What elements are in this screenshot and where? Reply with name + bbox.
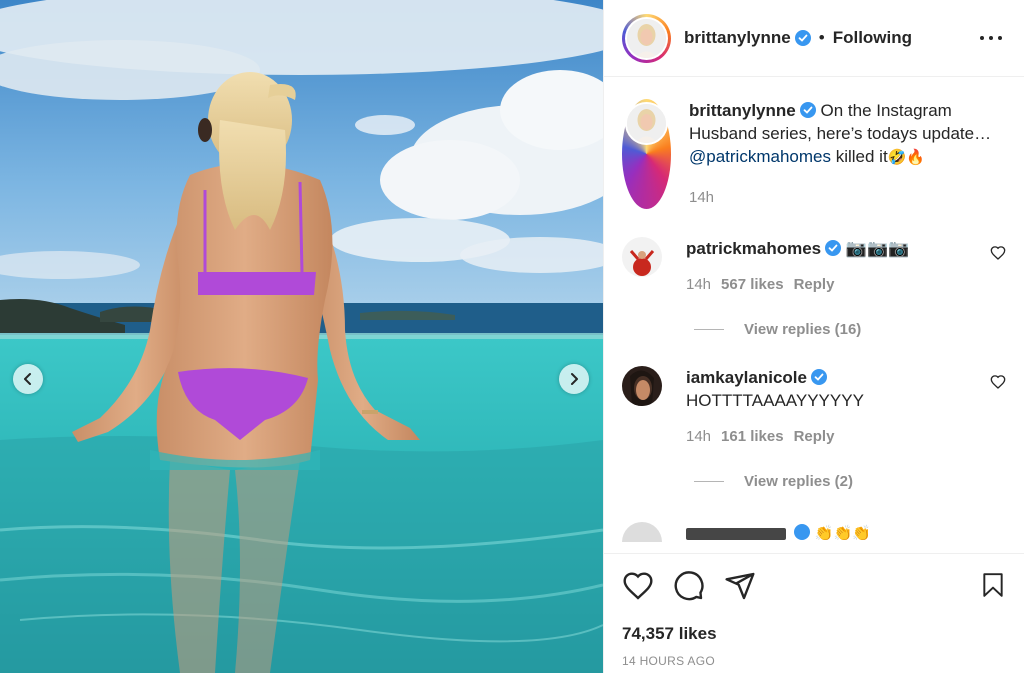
comment-username[interactable]: patrickmahomes — [686, 239, 821, 258]
caption-tail: killed it — [835, 147, 888, 166]
comment-reply-button[interactable]: Reply — [794, 276, 835, 293]
comment-username[interactable]: iamkaylanicole — [686, 368, 807, 387]
comment-likes[interactable]: 161 likes — [721, 428, 784, 445]
caption-timestamp[interactable]: 14h — [689, 186, 999, 209]
more-options-button[interactable] — [980, 28, 1002, 48]
view-replies-label: View replies (16) — [744, 321, 862, 338]
caption-username[interactable]: brittanylynne — [689, 101, 796, 120]
partial-username — [686, 527, 786, 540]
previous-photo-button[interactable] — [13, 364, 43, 394]
photo-scene — [0, 0, 603, 673]
comment-body: iamkaylanicole HOTTTTAAAAYYYYYY 14h 161 l… — [686, 366, 864, 445]
comments-list[interactable]: brittanylynne On the Instagram Husband s… — [604, 77, 1024, 553]
bookmark-icon[interactable] — [980, 572, 1006, 598]
more-icon-dot — [998, 36, 1002, 40]
instagram-post: brittanylynne • Following brittanylynne … — [0, 0, 1024, 673]
caption-avatar-image — [627, 104, 666, 143]
comment-item: iamkaylanicole HOTTTTAAAAYYYYYY 14h 161 l… — [622, 366, 1006, 445]
following-button[interactable]: Following — [833, 28, 912, 48]
view-replies-line — [694, 329, 724, 330]
more-icon — [980, 36, 984, 40]
post-caption: brittanylynne On the Instagram Husband s… — [622, 99, 1006, 209]
verified-icon — [794, 30, 811, 46]
author-username[interactable]: brittanylynne — [684, 28, 791, 48]
comment-meta: 14h 161 likes Reply — [686, 428, 864, 445]
caption-emojis: 🤣🔥 — [887, 149, 926, 166]
post-details-panel: brittanylynne • Following brittanylynne … — [603, 0, 1024, 673]
post-timestamp[interactable]: 14 HOURS AGO — [622, 654, 1006, 668]
avatar-ring — [625, 16, 668, 60]
avatar-ring — [625, 102, 668, 145]
comment-body: patrickmahomes 📷📷📷 14h 567 likes Reply — [686, 237, 909, 293]
more-icon-dot — [989, 36, 993, 40]
chevron-left-icon — [24, 373, 31, 385]
comment-text-line: patrickmahomes 📷📷📷 — [686, 237, 909, 260]
author-avatar-image — [627, 18, 666, 58]
view-replies-label: View replies (2) — [744, 473, 853, 490]
comment-time[interactable]: 14h — [686, 276, 711, 293]
partial-comment-text: 👏👏👏 — [814, 525, 871, 542]
verified-icon — [810, 369, 827, 385]
comment-like-heart-icon[interactable] — [990, 374, 1006, 390]
comment-like-heart-icon[interactable] — [990, 245, 1006, 261]
commenter-avatar[interactable] — [622, 366, 662, 406]
share-icon[interactable] — [724, 570, 756, 602]
caption-mention-link[interactable]: @patrickmahomes — [689, 147, 831, 166]
caption-body: brittanylynne On the Instagram Husband s… — [689, 99, 999, 209]
comment-reply-button[interactable]: Reply — [794, 428, 835, 445]
post-photo[interactable] — [0, 0, 603, 673]
likes-count[interactable]: 74,357 likes — [622, 624, 1006, 644]
header-separator: • — [818, 28, 825, 47]
verified-icon — [794, 524, 811, 540]
view-replies-button[interactable]: View replies (2) — [694, 473, 1006, 490]
heart-icon[interactable] — [622, 570, 654, 602]
view-replies-line — [694, 481, 724, 482]
view-replies-button[interactable]: View replies (16) — [694, 321, 1006, 338]
comment-text: 📷📷📷 — [845, 239, 910, 258]
comment-item: patrickmahomes 📷📷📷 14h 567 likes Reply — [622, 237, 1006, 293]
chevron-right-icon — [571, 373, 578, 385]
author-avatar[interactable] — [622, 13, 671, 63]
comment-icon[interactable] — [673, 570, 705, 602]
commenter-avatar[interactable] — [622, 522, 662, 542]
commenter-avatar[interactable] — [622, 237, 662, 277]
partial-comment-body: 👏👏👏 — [686, 522, 871, 542]
caption-author-avatar[interactable] — [622, 99, 671, 209]
post-header: brittanylynne • Following — [604, 0, 1024, 77]
action-icons — [622, 554, 1006, 618]
verified-icon — [825, 240, 842, 256]
comment-text: HOTTTTAAAAYYYYYY — [686, 391, 864, 410]
comment-text-line: iamkaylanicole — [686, 366, 864, 389]
partial-comment-item[interactable]: 👏👏👏 — [622, 522, 1006, 542]
verified-icon — [799, 102, 816, 118]
next-photo-button[interactable] — [559, 364, 589, 394]
comment-time[interactable]: 14h — [686, 428, 711, 445]
post-actions: 74,357 likes 14 HOURS AGO — [604, 553, 1024, 673]
comment-likes[interactable]: 567 likes — [721, 276, 784, 293]
comment-meta: 14h 567 likes Reply — [686, 276, 909, 293]
